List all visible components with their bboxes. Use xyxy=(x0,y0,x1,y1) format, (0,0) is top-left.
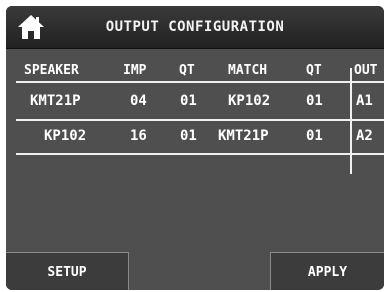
screen: OUTPUT CONFIGURATION SPEAKER IMP QT MATC… xyxy=(6,6,384,290)
speaker-cell: KMT21P xyxy=(30,93,81,109)
imp-cell: 16 xyxy=(130,128,147,144)
column-header-qt: QT xyxy=(179,63,195,78)
match-qt-cell: 01 xyxy=(306,93,323,109)
header-divider xyxy=(16,81,384,83)
match-cell: KP102 xyxy=(228,93,271,109)
page-title: OUTPUT CONFIGURATION xyxy=(105,19,285,35)
speaker-cell: KP102 xyxy=(44,128,87,144)
out-column-divider xyxy=(350,68,352,174)
column-header-qt-match: QT xyxy=(306,63,322,78)
qt-cell: 01 xyxy=(180,93,197,109)
column-header-match: MATCH xyxy=(228,63,268,78)
match-qt-cell: 01 xyxy=(306,128,323,144)
row-divider xyxy=(16,119,384,121)
table-bottom-divider xyxy=(16,153,384,155)
setup-button[interactable]: SETUP xyxy=(6,252,129,290)
column-header-out: OUT xyxy=(354,63,378,78)
qt-cell: 01 xyxy=(180,128,197,144)
match-cell: KMT21P xyxy=(218,128,269,144)
title-bar: OUTPUT CONFIGURATION xyxy=(6,6,384,49)
column-header-imp: IMP xyxy=(123,63,147,78)
imp-cell: 04 xyxy=(130,93,147,109)
apply-button[interactable]: APPLY xyxy=(270,252,384,290)
out-cell: A1 xyxy=(356,93,373,109)
column-header-speaker: SPEAKER xyxy=(24,63,79,78)
out-cell: A2 xyxy=(356,128,373,144)
